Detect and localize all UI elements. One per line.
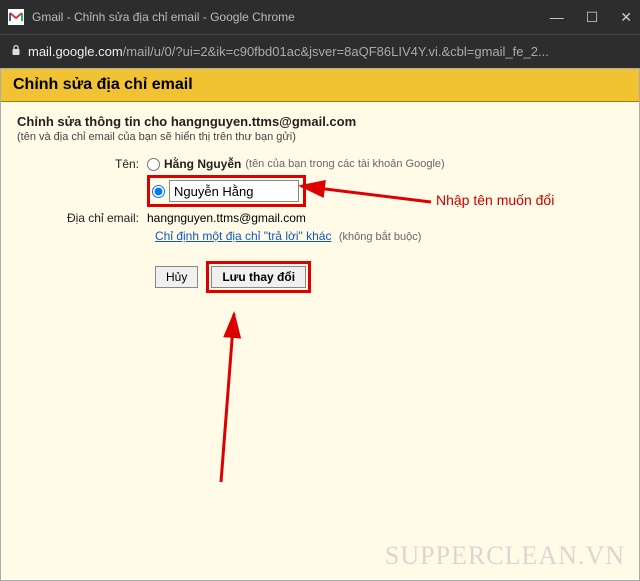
maximize-icon[interactable]: ☐ bbox=[586, 9, 599, 26]
address-bar[interactable]: mail.google.com/mail/u/0/?ui=2&ik=c90fbd… bbox=[0, 34, 640, 68]
email-label: Địa chỉ email: bbox=[17, 211, 147, 225]
name-option-google-hint: (tên của bạn trong các tài khoản Google) bbox=[245, 158, 444, 170]
annotation-overlay bbox=[1, 102, 639, 579]
lock-icon bbox=[10, 44, 22, 59]
page-body: Chỉnh sửa địa chỉ email Chỉnh sửa thông … bbox=[0, 68, 640, 581]
email-value: hangnguyen.ttms@gmail.com bbox=[147, 211, 306, 225]
minimize-icon[interactable]: — bbox=[550, 9, 564, 26]
gmail-favicon-icon bbox=[8, 9, 24, 25]
name-option-custom-radio[interactable] bbox=[152, 185, 165, 198]
highlight-save-button: Lưu thay đổi bbox=[206, 261, 311, 293]
name-option-google: Hằng Nguyễn bbox=[164, 157, 241, 171]
save-button[interactable]: Lưu thay đổi bbox=[211, 266, 306, 288]
name-label: Tên: bbox=[17, 157, 147, 171]
watermark: SUPPERCLEAN.VN bbox=[385, 541, 625, 571]
form-heading: Chỉnh sửa thông tin cho hangnguyen.ttms@… bbox=[17, 114, 623, 129]
name-row-1: Tên: Hằng Nguyễn (tên của bạn trong các … bbox=[17, 157, 623, 171]
window-title: Gmail - Chỉnh sửa địa chỉ email - Google… bbox=[32, 10, 542, 24]
reply-to-row: Chỉ định một địa chỉ "trả lời" khác (khô… bbox=[155, 229, 623, 243]
window-titlebar: Gmail - Chỉnh sửa địa chỉ email - Google… bbox=[0, 0, 640, 34]
form-subnote: (tên và địa chỉ email của bạn sẽ hiển th… bbox=[17, 131, 623, 143]
reply-optional-note: (không bắt buộc) bbox=[339, 231, 422, 243]
name-input[interactable] bbox=[169, 180, 299, 202]
button-row: Hủy Lưu thay đổi bbox=[155, 261, 623, 293]
close-icon[interactable]: ✕ bbox=[620, 9, 632, 26]
url-path: /mail/u/0/?ui=2&ik=c90fbd01ac&jsver=8aQF… bbox=[123, 44, 549, 59]
email-row: Địa chỉ email: hangnguyen.ttms@gmail.com bbox=[17, 211, 623, 225]
cancel-button[interactable]: Hủy bbox=[155, 266, 198, 288]
name-option-google-radio[interactable] bbox=[147, 158, 160, 171]
annotation-text-1: Nhập tên muốn đổi bbox=[436, 192, 554, 208]
highlight-name-input bbox=[147, 175, 306, 207]
content-area: Chỉnh sửa thông tin cho hangnguyen.ttms@… bbox=[1, 102, 639, 579]
page-title: Chỉnh sửa địa chỉ email bbox=[1, 69, 639, 102]
specify-reply-link[interactable]: Chỉ định một địa chỉ "trả lời" khác bbox=[155, 229, 331, 243]
window-controls: — ☐ ✕ bbox=[550, 9, 632, 26]
url-host: mail.google.com bbox=[28, 44, 123, 59]
